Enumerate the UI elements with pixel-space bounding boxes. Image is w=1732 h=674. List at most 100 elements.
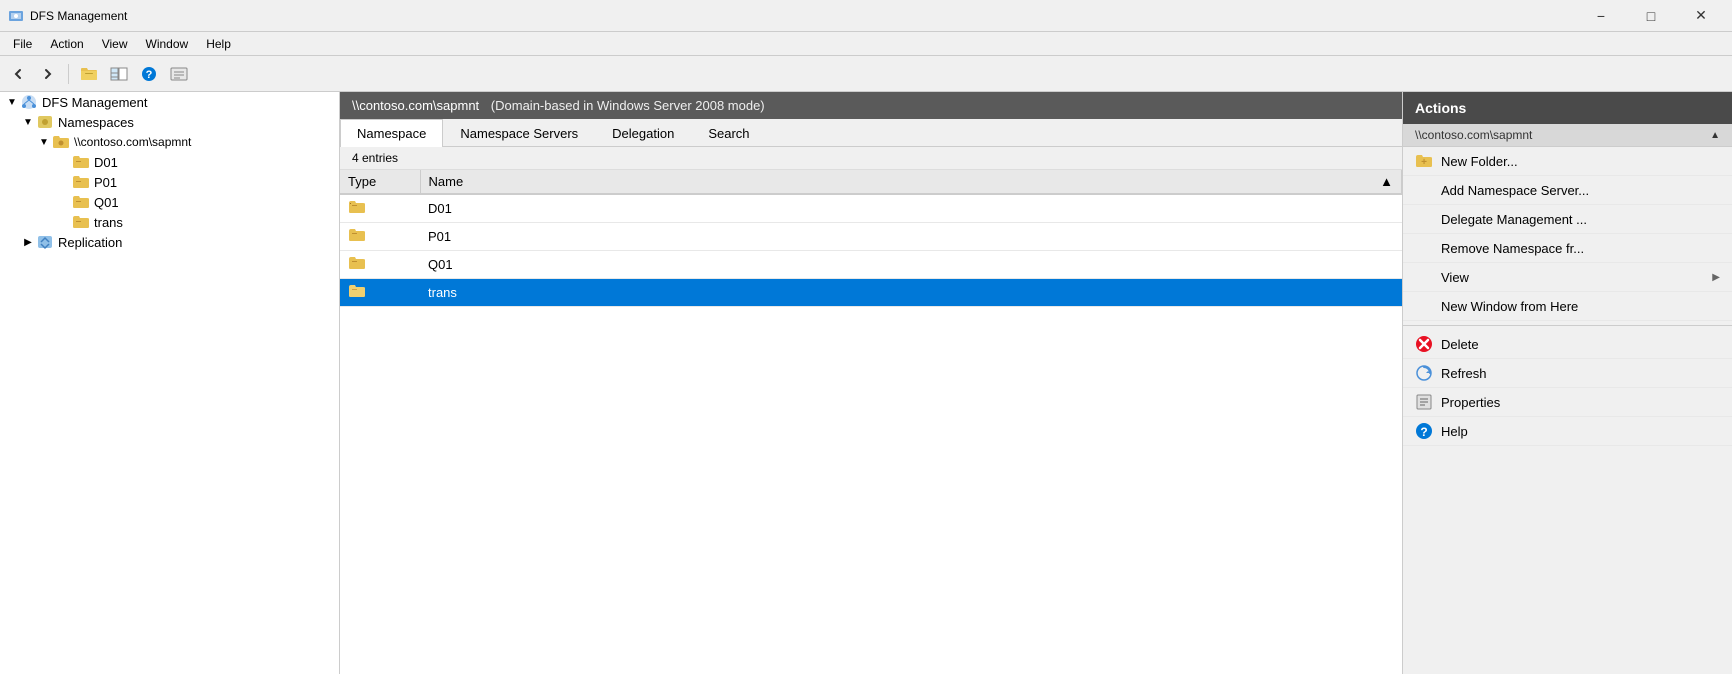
row-type-d01: [340, 194, 420, 223]
tab-delegation[interactable]: Delegation: [595, 119, 691, 147]
toggle-contoso[interactable]: ▼: [36, 134, 52, 150]
menu-bar: File Action View Window Help: [0, 32, 1732, 56]
toggle-dfs[interactable]: ▼: [4, 94, 20, 110]
actions-panel: Actions \\contoso.com\sapmnt ▲ + New Fol…: [1402, 92, 1732, 674]
properties-toolbar-button[interactable]: [165, 60, 193, 88]
tabs-bar: Namespace Namespace Servers Delegation S…: [340, 119, 1402, 147]
table-row[interactable]: P01: [340, 223, 1402, 251]
content-header: \\contoso.com\sapmnt (Domain-based in Wi…: [340, 92, 1402, 119]
tab-search[interactable]: Search: [691, 119, 766, 147]
new-folder-label: New Folder...: [1441, 154, 1720, 169]
entries-bar: 4 entries: [340, 147, 1402, 170]
table-row[interactable]: D01: [340, 194, 1402, 223]
tree-item-trans[interactable]: ▶ trans: [0, 212, 339, 232]
col-name[interactable]: Name ▲: [420, 170, 1402, 194]
window-controls: − □ ✕: [1578, 2, 1724, 30]
tree-item-dfs-management[interactable]: ▼ DFS Management: [0, 92, 339, 112]
namespace-icon: [52, 134, 70, 150]
showhide-button[interactable]: [105, 60, 133, 88]
tree-item-contoso-sapmnt[interactable]: ▼ \\contoso.com\sapmnt: [0, 132, 339, 152]
minimize-button[interactable]: −: [1578, 2, 1624, 30]
view-icon: [1415, 268, 1433, 286]
row-name-p01: P01: [420, 223, 1402, 251]
folder-button[interactable]: [75, 60, 103, 88]
menu-action[interactable]: Action: [41, 34, 92, 54]
col-type[interactable]: Type: [340, 170, 420, 194]
content-table: Type Name ▲: [340, 170, 1402, 674]
tree-item-q01[interactable]: ▶ Q01: [0, 192, 339, 212]
menu-window[interactable]: Window: [137, 34, 198, 54]
tree-label-q01: Q01: [94, 195, 119, 210]
delegate-label: Delegate Management ...: [1441, 212, 1720, 227]
tree-label-p01: P01: [94, 175, 117, 190]
new-window-icon: [1415, 297, 1433, 315]
tree-item-p01[interactable]: ▶ P01: [0, 172, 339, 192]
folder-icon-p01: [348, 227, 366, 243]
refresh-icon: [1415, 364, 1433, 382]
menu-view[interactable]: View: [93, 34, 137, 54]
col-type-label: Type: [348, 174, 376, 189]
action-refresh[interactable]: Refresh: [1403, 359, 1732, 388]
toggle-namespaces[interactable]: ▼: [20, 114, 36, 130]
add-ns-server-icon: [1415, 181, 1433, 199]
action-remove-ns[interactable]: Remove Namespace fr...: [1403, 234, 1732, 263]
table-row[interactable]: trans: [340, 279, 1402, 307]
tree-label-d01: D01: [94, 155, 118, 170]
row-name-trans: trans: [420, 279, 1402, 307]
close-button[interactable]: ✕: [1678, 2, 1724, 30]
folder-icon-trans: [348, 283, 366, 299]
action-delegate-mgmt[interactable]: Delegate Management ...: [1403, 205, 1732, 234]
row-type-q01: [340, 251, 420, 279]
menu-file[interactable]: File: [4, 34, 41, 54]
back-button[interactable]: [4, 60, 32, 88]
tab-namespace-servers[interactable]: Namespace Servers: [443, 119, 595, 147]
tab-namespace[interactable]: Namespace: [340, 119, 443, 147]
maximize-button[interactable]: □: [1628, 2, 1674, 30]
action-add-ns-server[interactable]: Add Namespace Server...: [1403, 176, 1732, 205]
help-label: Help: [1441, 424, 1720, 439]
title-bar: DFS Management − □ ✕: [0, 0, 1732, 32]
toggle-replication[interactable]: ▶: [20, 234, 36, 250]
entries-count: 4 entries: [352, 151, 398, 165]
tree-label-dfs: DFS Management: [42, 95, 148, 110]
actions-header: Actions: [1403, 92, 1732, 124]
window-title: DFS Management: [30, 9, 1578, 23]
tree-panel: ▼ DFS Management ▼ Namespaces ▼: [0, 92, 340, 674]
menu-help[interactable]: Help: [197, 34, 240, 54]
tree-item-replication[interactable]: ▶ Replication: [0, 232, 339, 252]
sort-indicator: ▲: [1380, 174, 1393, 189]
dfs-icon: [20, 94, 38, 110]
delete-label: Delete: [1441, 337, 1720, 352]
section-chevron-icon: ▲: [1710, 130, 1720, 141]
col-name-label: Name: [429, 174, 464, 189]
forward-button[interactable]: [34, 60, 62, 88]
folder-trans-icon: [72, 214, 90, 230]
namespaces-icon: [36, 114, 54, 130]
new-window-label: New Window from Here: [1441, 299, 1720, 314]
view-label: View: [1441, 270, 1704, 285]
refresh-label: Refresh: [1441, 366, 1720, 381]
table-row[interactable]: Q01: [340, 251, 1402, 279]
add-ns-server-label: Add Namespace Server...: [1441, 183, 1720, 198]
actions-title: Actions: [1415, 100, 1466, 116]
action-delete[interactable]: Delete: [1403, 330, 1732, 359]
action-help[interactable]: ? Help: [1403, 417, 1732, 446]
actions-section-label: \\contoso.com\sapmnt: [1415, 128, 1532, 142]
action-properties[interactable]: Properties: [1403, 388, 1732, 417]
folder-icon-d01: [348, 199, 366, 215]
tree-item-d01[interactable]: ▶ D01: [0, 152, 339, 172]
table-header-row: Type Name ▲: [340, 170, 1402, 194]
center-panel: \\contoso.com\sapmnt (Domain-based in Wi…: [340, 92, 1402, 674]
tree-item-namespaces[interactable]: ▼ Namespaces: [0, 112, 339, 132]
action-new-window[interactable]: New Window from Here: [1403, 292, 1732, 321]
help-button[interactable]: ?: [135, 60, 163, 88]
action-new-folder[interactable]: + New Folder...: [1403, 147, 1732, 176]
tree-label-replication: Replication: [58, 235, 122, 250]
action-view[interactable]: View ▶: [1403, 263, 1732, 292]
new-folder-icon: +: [1415, 152, 1433, 170]
row-type-trans: [340, 279, 420, 307]
actions-section-title[interactable]: \\contoso.com\sapmnt ▲: [1403, 124, 1732, 147]
folder-q01-icon: [72, 194, 90, 210]
delegate-icon: [1415, 210, 1433, 228]
toolbar: ?: [0, 56, 1732, 92]
